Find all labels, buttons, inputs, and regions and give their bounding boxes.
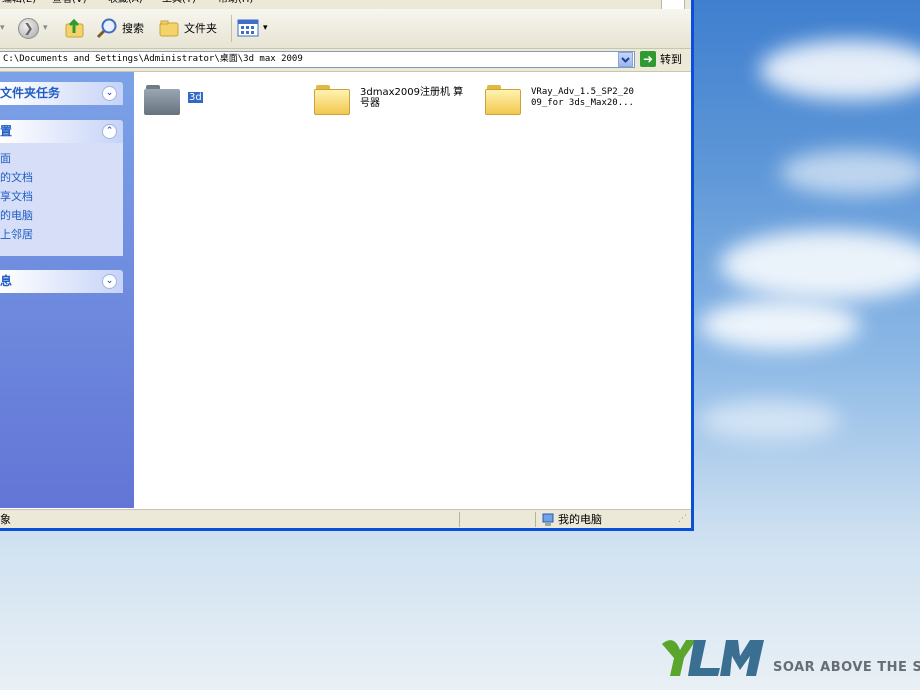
other-places-body: 面 的文档 享文档 的电脑 上邻居	[0, 143, 123, 256]
go-label: 转到	[660, 53, 682, 66]
chevron-down-icon	[621, 57, 630, 63]
file-name: 3dmax2009注册机 算号器	[360, 87, 464, 109]
my-computer-icon	[542, 513, 554, 526]
views-icon	[237, 19, 259, 37]
folder-icon	[314, 82, 350, 116]
details-title: 息	[0, 274, 13, 288]
place-link-my-documents[interactable]: 的文档	[0, 169, 33, 185]
menu-tools[interactable]: 工具(T)	[162, 0, 196, 5]
status-text: 象	[0, 513, 11, 526]
place-link-my-computer[interactable]: 的电脑	[0, 207, 33, 223]
windows-flag-icon	[661, 0, 685, 9]
dropdown-arrow-icon: ▾	[263, 23, 268, 33]
folder-icon	[485, 82, 521, 116]
file-name: 3d	[188, 92, 203, 103]
up-folder-button[interactable]	[64, 17, 86, 39]
folders-icon	[159, 20, 179, 37]
views-button[interactable]: ▾	[237, 17, 268, 39]
menu-view[interactable]: 查看(V)	[52, 0, 87, 5]
collapse-icon[interactable]: ⌃	[102, 124, 117, 139]
search-icon	[96, 18, 117, 39]
status-bar: 象 我的电脑 ⋰	[0, 509, 691, 528]
status-zone: 我的电脑	[541, 510, 602, 528]
ylmf-logo: SOAR ABOVE THE SKY	[660, 636, 920, 682]
logo-tagline: SOAR ABOVE THE SKY	[773, 660, 920, 675]
place-link-network-places[interactable]: 上邻居	[0, 226, 33, 242]
file-item[interactable]: 3d	[144, 82, 203, 116]
folder-tasks-title: 文件夹任务	[0, 86, 61, 100]
search-label: 搜索	[122, 22, 144, 35]
menu-edit[interactable]: 编辑(E)	[2, 0, 36, 5]
toolbar-separator	[231, 15, 232, 42]
folders-button[interactable]: 文件夹	[158, 17, 217, 39]
explorer-window: 编辑(E) 查看(V) 收藏(A) 工具(T) 帮助(H) ▾ ❯ ▾ 搜索	[0, 0, 694, 531]
folders-label: 文件夹	[184, 22, 217, 35]
expand-icon[interactable]: ⌄	[102, 274, 117, 289]
toolbar: ▾ ❯ ▾ 搜索 文件夹 ▾	[0, 9, 691, 49]
file-item[interactable]: 3dmax2009注册机 算号器	[314, 82, 468, 116]
file-item[interactable]: VRay_Adv_1.5_SP2_2009_for 3ds_Max20...	[485, 82, 639, 116]
place-link-desktop[interactable]: 面	[0, 150, 11, 166]
menu-help[interactable]: 帮助(H)	[218, 0, 253, 5]
status-location: 我的电脑	[558, 513, 602, 526]
forward-arrow-icon: ❯	[18, 17, 39, 39]
search-button[interactable]: 搜索	[96, 17, 144, 39]
logo-mark-icon	[662, 640, 764, 676]
address-input[interactable]: C:\Documents and Settings\Administrator\…	[0, 51, 635, 68]
status-separator	[459, 512, 460, 527]
menu-bar: 编辑(E) 查看(V) 收藏(A) 工具(T) 帮助(H)	[0, 0, 691, 9]
forward-button[interactable]: ❯ ▾	[18, 17, 48, 39]
file-name: VRay_Adv_1.5_SP2_2009_for 3ds_Max20...	[531, 87, 634, 108]
dropdown-arrow-icon: ▾	[0, 23, 5, 33]
address-dropdown-button[interactable]	[618, 52, 633, 67]
file-list: 3d 3dmax2009注册机 算号器 VRay_Adv_1.5_SP2_200…	[134, 72, 691, 508]
back-button[interactable]: ▾	[0, 17, 5, 39]
folder-tasks-header[interactable]: 文件夹任务 ⌄	[0, 82, 123, 105]
up-folder-icon	[65, 18, 84, 38]
resize-grip-icon[interactable]: ⋰	[678, 510, 687, 528]
dropdown-arrow-icon: ▾	[43, 23, 48, 33]
folder-gray-icon	[144, 82, 180, 116]
status-separator	[535, 512, 536, 527]
task-pane: 文件夹任务 ⌄ 置 ⌃ 面 的文档 享文档 的电脑 上邻居 息 ⌄	[0, 72, 134, 508]
go-arrow-icon: ➜	[640, 51, 656, 67]
place-link-shared-documents[interactable]: 享文档	[0, 188, 33, 204]
go-button[interactable]: ➜ 转到	[640, 51, 682, 67]
menu-favorites[interactable]: 收藏(A)	[108, 0, 143, 5]
address-bar: C:\Documents and Settings\Administrator\…	[0, 49, 691, 72]
expand-icon[interactable]: ⌄	[102, 86, 117, 101]
other-places-header[interactable]: 置 ⌃	[0, 120, 123, 143]
other-places-title: 置	[0, 124, 13, 138]
details-header[interactable]: 息 ⌄	[0, 270, 123, 293]
